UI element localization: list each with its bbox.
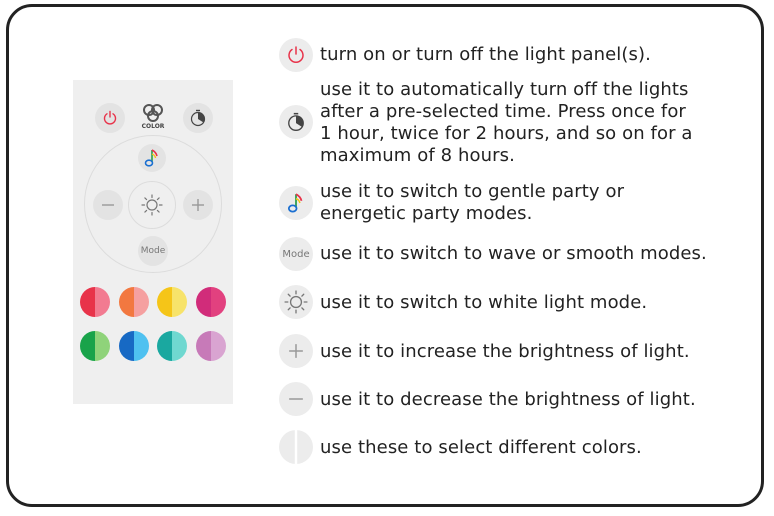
music-note-icon [286, 192, 306, 214]
music-note-legend-icon [279, 186, 313, 220]
sun-legend-icon [279, 285, 313, 319]
color-swatch[interactable] [196, 287, 226, 317]
remote-white-light-button[interactable] [137, 190, 167, 220]
music-note-icon [144, 149, 158, 167]
sun-icon [284, 290, 308, 314]
color-select-legend-icon [279, 430, 313, 464]
timer-legend-icon [279, 105, 313, 139]
remote-party-button[interactable] [138, 144, 166, 172]
mode-label: Mode [140, 246, 166, 256]
color-swatch[interactable] [157, 331, 187, 361]
plus-legend-icon [279, 334, 313, 368]
power-legend-icon [279, 38, 313, 72]
color-swatch[interactable] [80, 287, 110, 317]
legend-text: use these to select different colors. [320, 437, 642, 458]
remote-minus-button[interactable] [93, 190, 123, 220]
color-swatch[interactable] [157, 287, 187, 317]
remote-color-button[interactable]: COLOR [139, 102, 167, 134]
minus-legend-icon [279, 382, 313, 416]
color-swatch[interactable] [119, 331, 149, 361]
mode-icon: Mode [282, 248, 310, 260]
remote-power-button[interactable] [95, 103, 125, 133]
color-select-icon [293, 430, 299, 464]
color-swatch[interactable] [196, 331, 226, 361]
legend-text: use it to switch to white light mode. [320, 292, 648, 313]
legend-text: turn on or turn off the light panel(s). [320, 44, 651, 65]
mode-legend-icon: Mode [279, 237, 313, 271]
legend-text: use it to automatically turn off the lig… [320, 79, 693, 166]
plus-icon [192, 199, 204, 211]
legend-text: use it to switch to wave or smooth modes… [320, 243, 707, 264]
legend-text: use it to decrease the brightness of lig… [320, 389, 696, 410]
sun-icon [141, 194, 163, 216]
timer-icon [286, 112, 306, 132]
remote-timer-button[interactable] [183, 103, 213, 133]
power-icon [286, 45, 306, 65]
legend-text: use it to switch to gentle party or ener… [320, 181, 625, 224]
remote-plus-button[interactable] [183, 190, 213, 220]
remote-mode-button[interactable]: Mode [138, 236, 168, 266]
power-icon [103, 110, 117, 125]
remote-control: COLOR Mode [73, 80, 233, 404]
timer-icon [190, 109, 206, 127]
minus-icon [102, 204, 114, 206]
color-swatch[interactable] [80, 331, 110, 361]
color-icon [143, 104, 163, 122]
legend-text: use it to increase the brightness of lig… [320, 341, 690, 362]
minus-icon [288, 391, 304, 407]
plus-icon [288, 343, 304, 359]
color-label: COLOR [141, 123, 165, 130]
color-swatch[interactable] [119, 287, 149, 317]
